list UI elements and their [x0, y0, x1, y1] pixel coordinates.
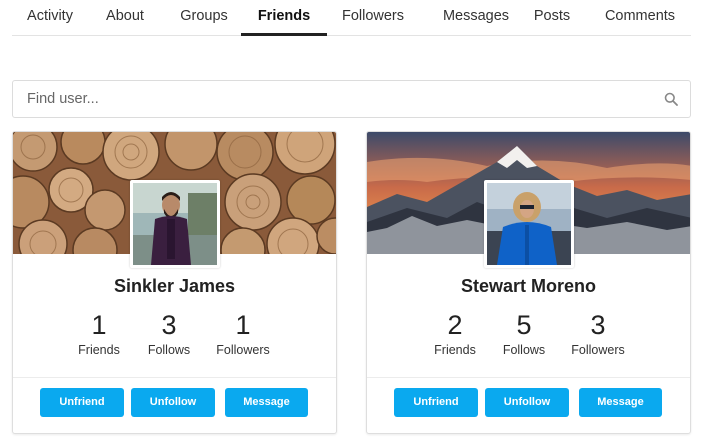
tab-groups[interactable]: Groups — [170, 0, 238, 36]
avatar[interactable] — [484, 180, 574, 268]
user-name: Sinkler James — [113, 276, 236, 296]
stat-label: Followers — [571, 343, 625, 357]
message-button[interactable]: Message — [579, 388, 662, 417]
card-actions: Unfriend Unfollow Message — [13, 377, 336, 433]
avatar[interactable] — [130, 180, 220, 268]
unfollow-button[interactable]: Unfollow — [485, 388, 569, 417]
user-card: Sinkler James 1 Friends 3 Follows 1 Foll… — [12, 131, 337, 434]
message-button[interactable]: Message — [225, 388, 308, 417]
stat-label: Follows — [502, 343, 546, 357]
user-stats: 1 Friends 3 Follows 1 Followers — [13, 310, 336, 360]
stat-value: 3 — [161, 310, 177, 340]
stat-followers: 1 Followers — [203, 310, 283, 358]
stat-label: Friends — [78, 343, 120, 357]
user-card: Stewart Moreno 2 Friends 5 Follows 3 Fol… — [366, 131, 691, 434]
tab-activity[interactable]: Activity — [16, 0, 84, 36]
find-user-input[interactable] — [13, 81, 653, 117]
tab-followers[interactable]: Followers — [334, 0, 412, 36]
card-actions: Unfriend Unfollow Message — [367, 377, 690, 433]
unfriend-button[interactable]: Unfriend — [394, 388, 478, 417]
stat-follows: 5 Follows — [484, 310, 564, 358]
tab-friends[interactable]: Friends — [241, 0, 327, 36]
user-stats: 2 Friends 5 Follows 3 Followers — [367, 310, 690, 360]
stat-value: 2 — [447, 310, 463, 340]
stat-label: Follows — [147, 343, 191, 357]
tab-posts[interactable]: Posts — [528, 0, 576, 36]
stat-friends: 1 Friends — [59, 310, 139, 358]
tab-about[interactable]: About — [98, 0, 152, 36]
tab-messages[interactable]: Messages — [430, 0, 522, 36]
unfriend-button[interactable]: Unfriend — [40, 388, 124, 417]
find-user-search — [12, 80, 691, 118]
stat-followers: 3 Followers — [558, 310, 638, 358]
stat-value: 3 — [590, 310, 606, 340]
search-icon[interactable] — [664, 92, 678, 106]
stat-value: 1 — [91, 310, 107, 340]
stat-label: Followers — [216, 343, 270, 357]
profile-tabs: Activity About Groups Friends Followers … — [12, 0, 691, 36]
stat-follows: 3 Follows — [129, 310, 209, 358]
tab-comments[interactable]: Comments — [598, 0, 682, 36]
stat-friends: 2 Friends — [415, 310, 495, 358]
stat-value: 1 — [235, 310, 251, 340]
stat-label: Friends — [434, 343, 476, 357]
user-name: Stewart Moreno — [460, 276, 597, 296]
stat-value: 5 — [516, 310, 532, 340]
unfollow-button[interactable]: Unfollow — [131, 388, 215, 417]
